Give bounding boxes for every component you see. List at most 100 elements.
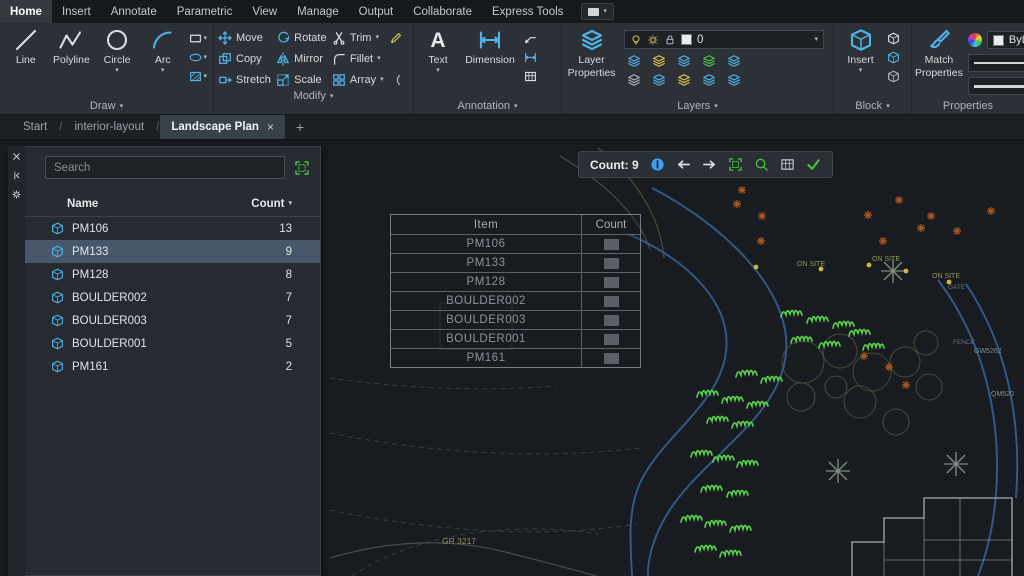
zoom-icon[interactable] — [754, 157, 769, 172]
workspace-icon — [588, 8, 599, 16]
scale-button[interactable]: Scale — [276, 71, 327, 88]
line-button[interactable]: Line — [3, 25, 49, 98]
hatch-tool-button[interactable]: ▾ — [189, 70, 208, 83]
schedule-header-item: Item — [391, 215, 582, 234]
lineweight-select[interactable] — [968, 77, 1024, 95]
schedule-count-cell — [582, 311, 640, 329]
menu-tab[interactable]: Parametric — [167, 0, 243, 23]
count-palette: Name Count ▾ PM106 13 PM133 — [8, 146, 321, 576]
erase-pencil-icon[interactable] — [389, 29, 409, 46]
copy-button[interactable]: Copy — [218, 50, 271, 67]
panel-caption-draw[interactable]: Draw▾ — [0, 98, 213, 114]
count-column-header[interactable]: Count ▾ — [251, 198, 292, 210]
count-list-item[interactable]: BOULDER002 7 — [25, 286, 320, 309]
layer-tool-icon[interactable] — [626, 73, 642, 87]
workspace-dropdown[interactable]: ▾ — [581, 3, 614, 20]
count-list-item[interactable]: PM161 2 — [25, 355, 320, 378]
count-field-box — [604, 315, 619, 326]
layer-select[interactable]: 0 ▾ — [624, 30, 824, 49]
panel-annotation: A Text ▾ Dimension Annotation▾ — [414, 23, 562, 114]
select-objects-button[interactable] — [294, 160, 310, 176]
layer-tool-icon[interactable] — [651, 73, 667, 87]
panel-caption-annotation[interactable]: Annotation▾ — [414, 98, 561, 114]
leader-button[interactable] — [524, 32, 537, 45]
file-tab-interior-layout[interactable]: interior-layout — [64, 115, 156, 139]
block-icon — [51, 291, 64, 304]
layer-tool-icon[interactable] — [701, 73, 717, 87]
new-tab-button[interactable]: + — [285, 115, 315, 139]
next-arrow-icon[interactable] — [702, 157, 717, 172]
mirror-button[interactable]: Mirror — [276, 50, 327, 67]
panel-caption-modify[interactable]: Modify▾ — [214, 88, 413, 104]
layer-tool-icon[interactable] — [626, 54, 642, 68]
close-icon[interactable] — [12, 152, 21, 161]
fillet-button[interactable]: Fillet▾ — [332, 50, 384, 67]
layer-properties-button[interactable]: Layer Properties — [565, 25, 618, 98]
linetype-sample — [974, 62, 1024, 64]
menu-tab[interactable]: Express Tools — [482, 0, 573, 23]
edit-block-button[interactable] — [887, 51, 900, 64]
draworder-icon[interactable] — [389, 71, 409, 88]
panel-caption-block[interactable]: Block▾ — [834, 98, 911, 114]
chevron-down-icon: ▾ — [814, 36, 818, 43]
block-icon — [51, 360, 64, 373]
count-list-item[interactable]: BOULDER001 5 — [25, 332, 320, 355]
circle-button[interactable]: Circle ▾ — [94, 25, 140, 98]
panel-caption-layers[interactable]: Layers▾ — [562, 98, 833, 114]
layer-tool-icon[interactable] — [726, 54, 742, 68]
name-column-header[interactable]: Name — [67, 198, 251, 210]
table-button[interactable] — [524, 70, 537, 83]
close-tab-icon[interactable]: × — [267, 120, 274, 134]
layer-tool-icon[interactable] — [701, 54, 717, 68]
chevron-down-icon: ▾ — [714, 103, 718, 110]
menu-tab[interactable]: Home — [0, 0, 52, 23]
move-button[interactable]: Move — [218, 29, 271, 46]
previous-arrow-icon[interactable] — [676, 157, 691, 172]
layer-tool-icon[interactable] — [726, 73, 742, 87]
dimension-style-button[interactable] — [524, 51, 537, 64]
drawing-annotation: ON SITE — [797, 261, 825, 268]
rotate-button[interactable]: Rotate — [276, 29, 327, 46]
gear-icon[interactable] — [12, 190, 21, 199]
match-properties-button[interactable]: Match Properties — [915, 25, 963, 98]
create-block-button[interactable] — [887, 32, 900, 45]
insert-button[interactable]: Insert ▾ — [837, 25, 884, 98]
rectangle-tool-button[interactable]: ▾ — [189, 32, 208, 45]
layer-tool-icon[interactable] — [676, 54, 692, 68]
menu-tab[interactable]: View — [242, 0, 287, 23]
menu-tab[interactable]: Insert — [52, 0, 101, 23]
count-list-item[interactable]: BOULDER003 7 — [25, 309, 320, 332]
stretch-button[interactable]: Stretch — [218, 71, 271, 88]
linetype-select[interactable] — [968, 54, 1024, 72]
menu-tab[interactable]: Output — [349, 0, 404, 23]
count-list-item[interactable]: PM128 8 — [25, 263, 320, 286]
auto-hide-icon[interactable] — [12, 171, 21, 180]
trim-button[interactable]: Trim▾ — [332, 29, 384, 46]
file-tab-landscape-plan[interactable]: Landscape Plan × — [160, 115, 285, 139]
insert-table-icon[interactable] — [780, 157, 795, 172]
finish-count-check-icon[interactable] — [806, 157, 821, 172]
ellipse-tool-button[interactable]: ▾ — [189, 51, 208, 64]
search-input[interactable] — [45, 156, 285, 179]
menu-tab[interactable]: Manage — [287, 0, 349, 23]
zoom-to-selection-icon[interactable] — [728, 157, 743, 172]
count-list-item[interactable]: PM106 13 — [25, 217, 320, 240]
polyline-button[interactable]: Polyline — [49, 25, 95, 98]
dimension-button[interactable]: Dimension — [459, 25, 521, 98]
menu-tab[interactable]: Collaborate — [403, 0, 482, 23]
count-list-item[interactable]: PM133 9 — [25, 240, 320, 263]
file-tab-start[interactable]: Start — [12, 115, 58, 139]
object-color-select[interactable]: ByLa — [987, 31, 1024, 49]
current-layer-name: 0 — [697, 34, 809, 46]
layer-tool-icon[interactable] — [651, 54, 667, 68]
drawing-area[interactable]: ON SITEON SITEON SITEGATEFENCEGW5262QM52… — [0, 140, 1024, 576]
plant-schedule-table[interactable]: Item Count PM106 PM133 PM128 — [390, 214, 641, 368]
text-button[interactable]: A Text ▾ — [417, 25, 459, 98]
panel-caption-properties[interactable]: Properties — [912, 98, 1024, 114]
menu-tab[interactable]: Annotate — [101, 0, 167, 23]
layer-tool-icon[interactable] — [676, 73, 692, 87]
block-attributes-button[interactable] — [887, 70, 900, 83]
array-button[interactable]: Array▾ — [332, 71, 384, 88]
info-icon[interactable] — [650, 157, 665, 172]
arc-button[interactable]: Arc ▾ — [140, 25, 186, 98]
